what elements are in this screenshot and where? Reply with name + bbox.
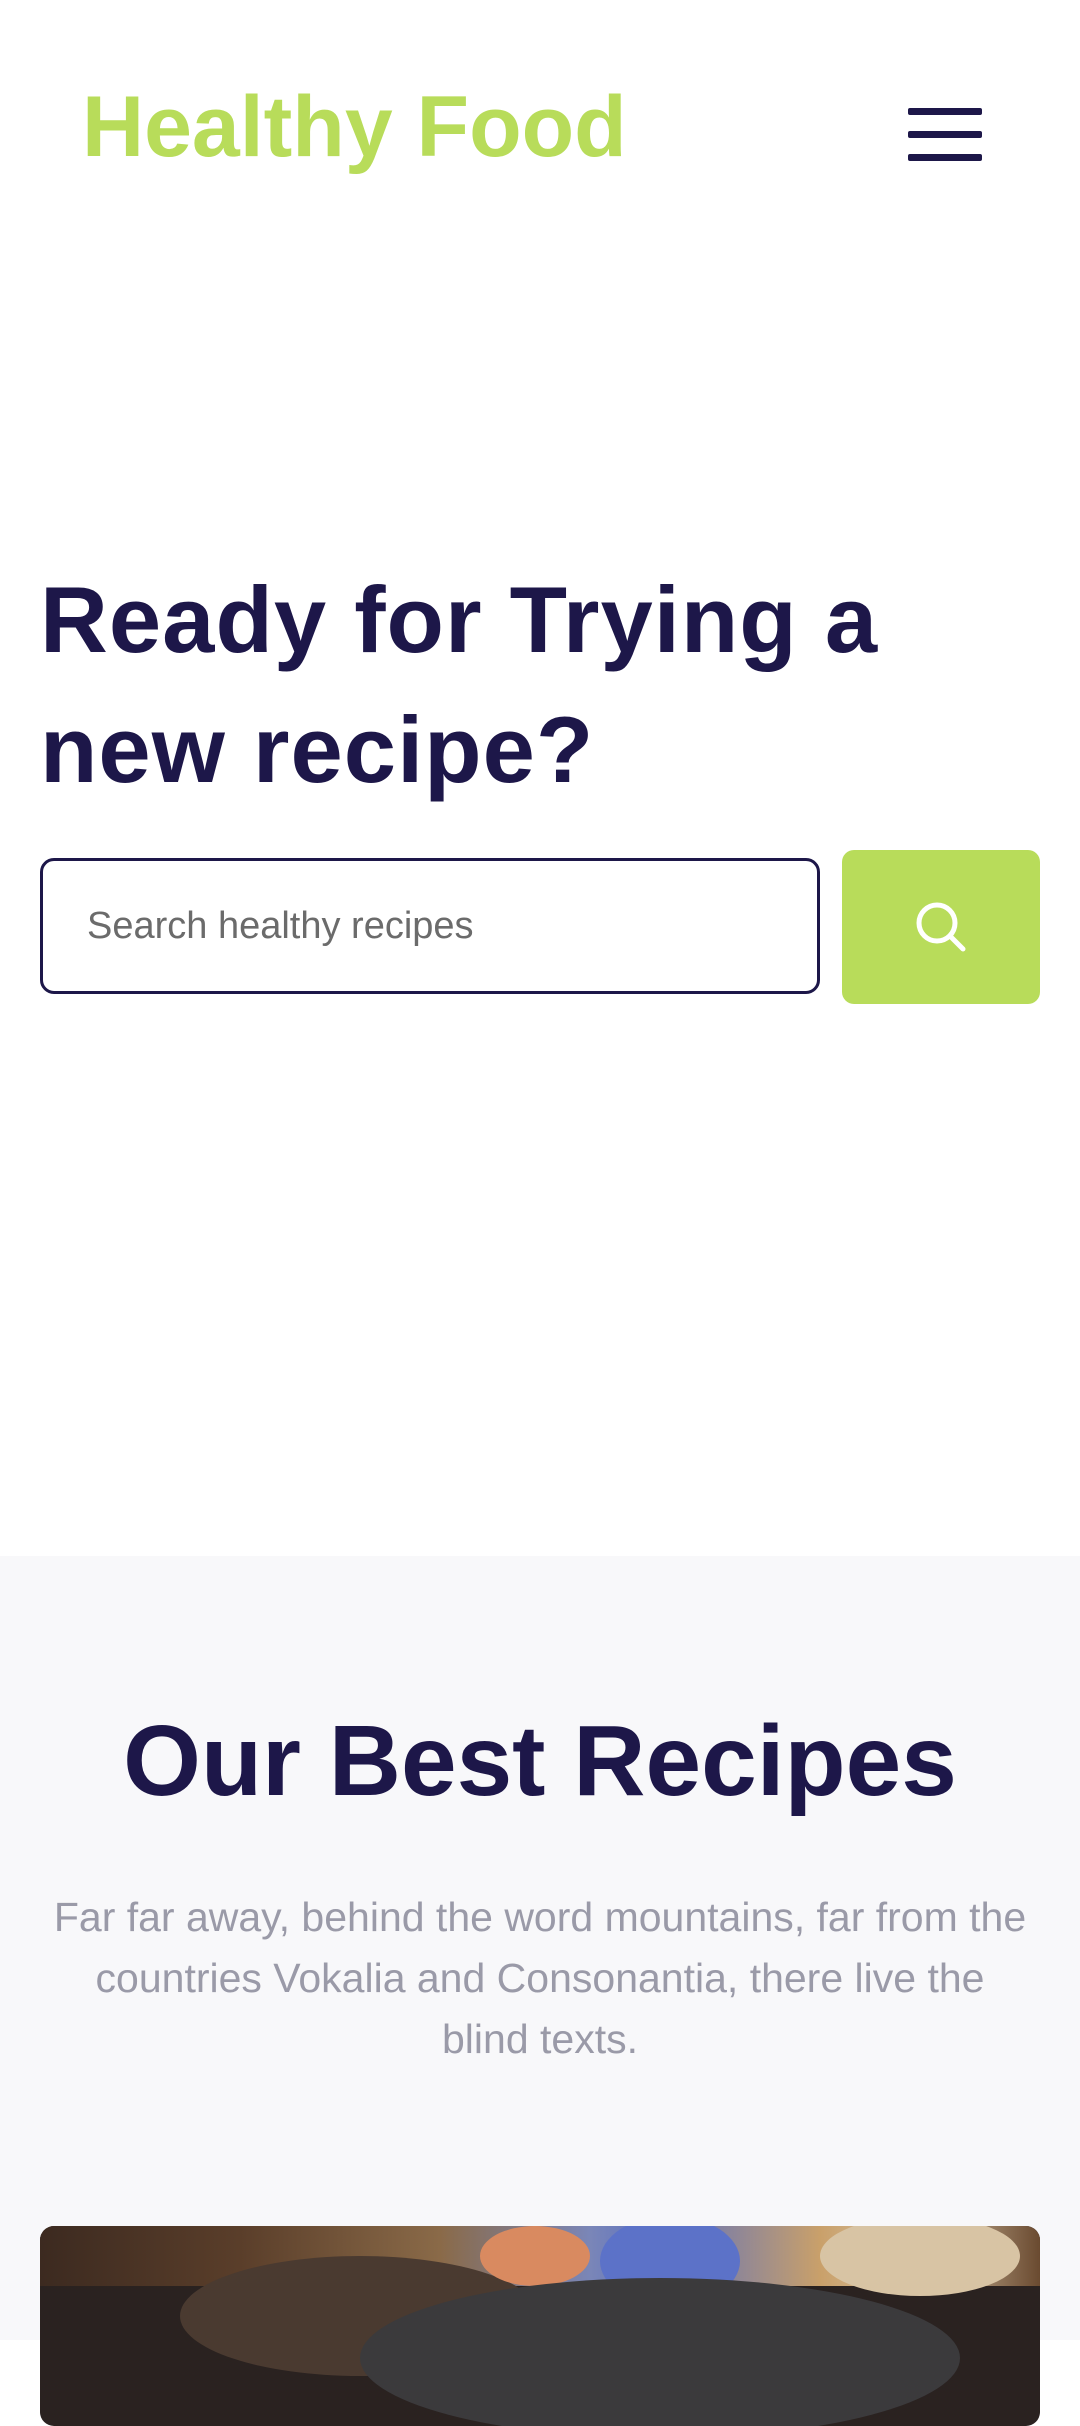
best-recipes-section: Our Best Recipes Far far away, behind th… [0,1556,1080,2426]
hamburger-menu-icon-bar [908,154,982,161]
search-input[interactable] [40,858,820,994]
site-logo[interactable]: Healthy Food [82,84,627,170]
hamburger-menu-icon-bar [908,108,982,115]
menu-button[interactable] [900,100,984,172]
hamburger-menu-icon-bar [908,131,982,138]
section-title: Our Best Recipes [123,1705,957,1817]
search-button[interactable] [842,850,1040,1004]
site-header: Healthy Food [0,0,1080,270]
section-description: Far far away, behind the word mountains,… [53,1894,1027,2062]
food-photo-bowl [360,2278,960,2426]
hero-title: Ready for Trying a new recipe? [40,567,879,802]
search-icon [916,902,966,952]
food-photo-layer [480,2226,590,2286]
recipe-card-image[interactable] [40,2226,1040,2426]
